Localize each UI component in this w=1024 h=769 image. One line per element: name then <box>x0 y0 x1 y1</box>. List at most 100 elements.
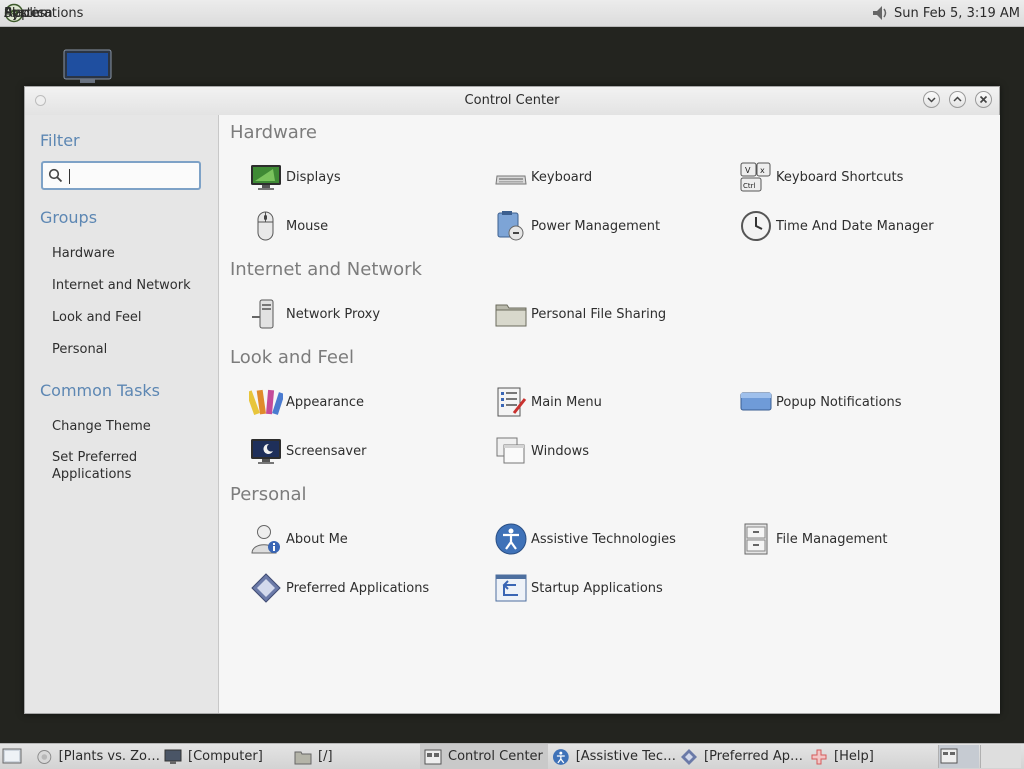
item-startup-applications[interactable]: Startup Applications <box>494 570 663 606</box>
item-label: Displays <box>286 169 341 185</box>
item-label: Appearance <box>286 394 365 410</box>
item-label: Main Menu <box>531 394 602 410</box>
task-assistive-technologies[interactable]: [Assistive Tec… <box>552 744 676 769</box>
common-tasks-heading: Common Tasks <box>40 381 161 400</box>
bottom-taskbar: [Plants vs. Zo… [Computer] [/] Control C… <box>0 743 1024 769</box>
item-displays[interactable]: Displays <box>249 159 341 195</box>
task-label: [/] <box>318 749 333 764</box>
plants-icon <box>37 749 52 764</box>
windows-icon <box>496 437 525 464</box>
folder-icon <box>294 751 312 764</box>
task-label: [Plants vs. Zo… <box>58 749 160 764</box>
clock[interactable]: Sun Feb 5, 3:19 AM <box>890 6 1020 21</box>
keyboard-shortcuts-icon: V x Ctrl <box>740 162 771 192</box>
item-label: Personal File Sharing <box>531 306 667 322</box>
close-button[interactable] <box>975 91 992 108</box>
item-label: Keyboard <box>531 169 593 185</box>
task-computer[interactable]: [Computer] <box>164 744 288 769</box>
section-title-personal: Personal <box>230 484 307 505</box>
file-management-icon <box>744 523 768 555</box>
preferred-applications-icon <box>251 573 281 603</box>
item-label: File Management <box>776 531 888 547</box>
task-root-folder[interactable]: [/] <box>294 744 418 769</box>
filter-heading: Filter <box>40 131 80 150</box>
chevron-down-icon <box>927 97 936 103</box>
show-desktop-icon[interactable] <box>2 747 22 765</box>
search-icon <box>48 168 63 183</box>
workspace-window-icon <box>940 748 958 764</box>
group-link-internet-and-network[interactable]: Internet and Network <box>52 277 191 294</box>
item-network-proxy[interactable]: Network Proxy <box>249 296 380 332</box>
minimize-button[interactable] <box>923 91 940 108</box>
item-file-management[interactable]: File Management <box>739 521 888 557</box>
item-personal-file-sharing[interactable]: Personal File Sharing <box>494 296 666 332</box>
item-popup-notifications[interactable]: Popup Notifications <box>739 384 902 420</box>
item-appearance[interactable]: Appearance <box>249 384 364 420</box>
clock-icon <box>741 211 771 241</box>
svg-text:Ctrl: Ctrl <box>743 182 756 190</box>
item-label: Time And Date Manager <box>776 218 934 234</box>
item-label: Preferred Applications <box>286 580 430 596</box>
item-assistive-technologies[interactable]: Assistive Technologies <box>494 521 676 557</box>
accessibility-icon <box>552 748 569 765</box>
group-link-look-and-feel[interactable]: Look and Feel <box>52 309 142 326</box>
popup-notifications-icon <box>740 392 772 411</box>
screensaver-icon <box>251 439 281 464</box>
window-titlebar[interactable]: Control Center <box>25 87 999 115</box>
keyboard-icon <box>495 175 527 185</box>
power-management-icon <box>497 211 524 241</box>
item-about-me[interactable]: About Me <box>249 521 348 557</box>
item-keyboard-shortcuts[interactable]: V x Ctrl Keyboard Shortcuts <box>739 159 903 195</box>
workspace-2[interactable] <box>980 745 1021 768</box>
item-main-menu[interactable]: Main Menu <box>494 384 602 420</box>
volume-icon[interactable] <box>870 3 890 23</box>
task-link-set-preferred-applications[interactable]: Set Preferred Applications <box>52 449 137 483</box>
filter-input[interactable] <box>69 167 195 184</box>
task-label: [Computer] <box>188 749 263 764</box>
item-power-management[interactable]: Power Management <box>494 208 660 244</box>
item-preferred-applications[interactable]: Preferred Applications <box>249 570 429 606</box>
item-keyboard[interactable]: Keyboard <box>494 159 592 195</box>
help-icon <box>811 749 827 764</box>
control-center-content: Hardware Displays Keyboard V x Ctrl Keyb… <box>218 115 1000 713</box>
text-caret <box>69 169 70 184</box>
task-label: [Preferred Ap… <box>704 749 804 764</box>
workspace-1[interactable] <box>938 745 979 768</box>
section-title-hardware: Hardware <box>230 122 317 143</box>
group-link-personal[interactable]: Personal <box>52 341 107 358</box>
startup-applications-icon <box>495 574 527 602</box>
item-label: Assistive Technologies <box>531 531 676 547</box>
task-preferred-applications[interactable]: [Preferred Ap… <box>680 744 804 769</box>
menu-system[interactable]: System <box>0 0 56 31</box>
close-icon <box>979 95 988 104</box>
item-screensaver[interactable]: Screensaver <box>249 433 366 469</box>
groups-heading: Groups <box>40 208 98 227</box>
item-time-and-date[interactable]: Time And Date Manager <box>739 208 934 244</box>
network-proxy-icon <box>252 299 274 329</box>
item-windows[interactable]: Windows <box>494 433 589 469</box>
task-control-center[interactable]: Control Center <box>420 744 548 769</box>
task-label: [Assistive Tec… <box>575 749 676 764</box>
svg-text:V: V <box>745 166 751 175</box>
computer-desktop-icon[interactable] <box>63 49 112 85</box>
task-plants-vs-zombies[interactable]: [Plants vs. Zo… <box>36 744 160 769</box>
filter-input-box[interactable] <box>41 161 201 190</box>
item-mouse[interactable]: Mouse <box>249 208 328 244</box>
item-label: Mouse <box>286 218 329 234</box>
top-panel: Applications Places System Sun Feb 5, 3:… <box>0 0 1024 27</box>
item-label: About Me <box>286 531 348 547</box>
task-label: [Help] <box>834 749 874 764</box>
section-title-internet-and-network: Internet and Network <box>230 259 422 280</box>
section-title-look-and-feel: Look and Feel <box>230 347 354 368</box>
control-center-window: Control Center Filter Groups Hardware In… <box>24 86 1000 714</box>
item-label: Power Management <box>531 218 661 234</box>
window-title: Control Center <box>464 93 560 108</box>
task-link-change-theme[interactable]: Change Theme <box>52 418 151 435</box>
item-label: Network Proxy <box>286 306 381 322</box>
maximize-button[interactable] <box>949 91 966 108</box>
task-label: Control Center <box>448 749 543 764</box>
appearance-icon <box>249 389 283 416</box>
group-link-hardware[interactable]: Hardware <box>52 245 115 262</box>
task-help[interactable]: [Help] <box>810 744 930 769</box>
svg-text:x: x <box>760 166 765 175</box>
